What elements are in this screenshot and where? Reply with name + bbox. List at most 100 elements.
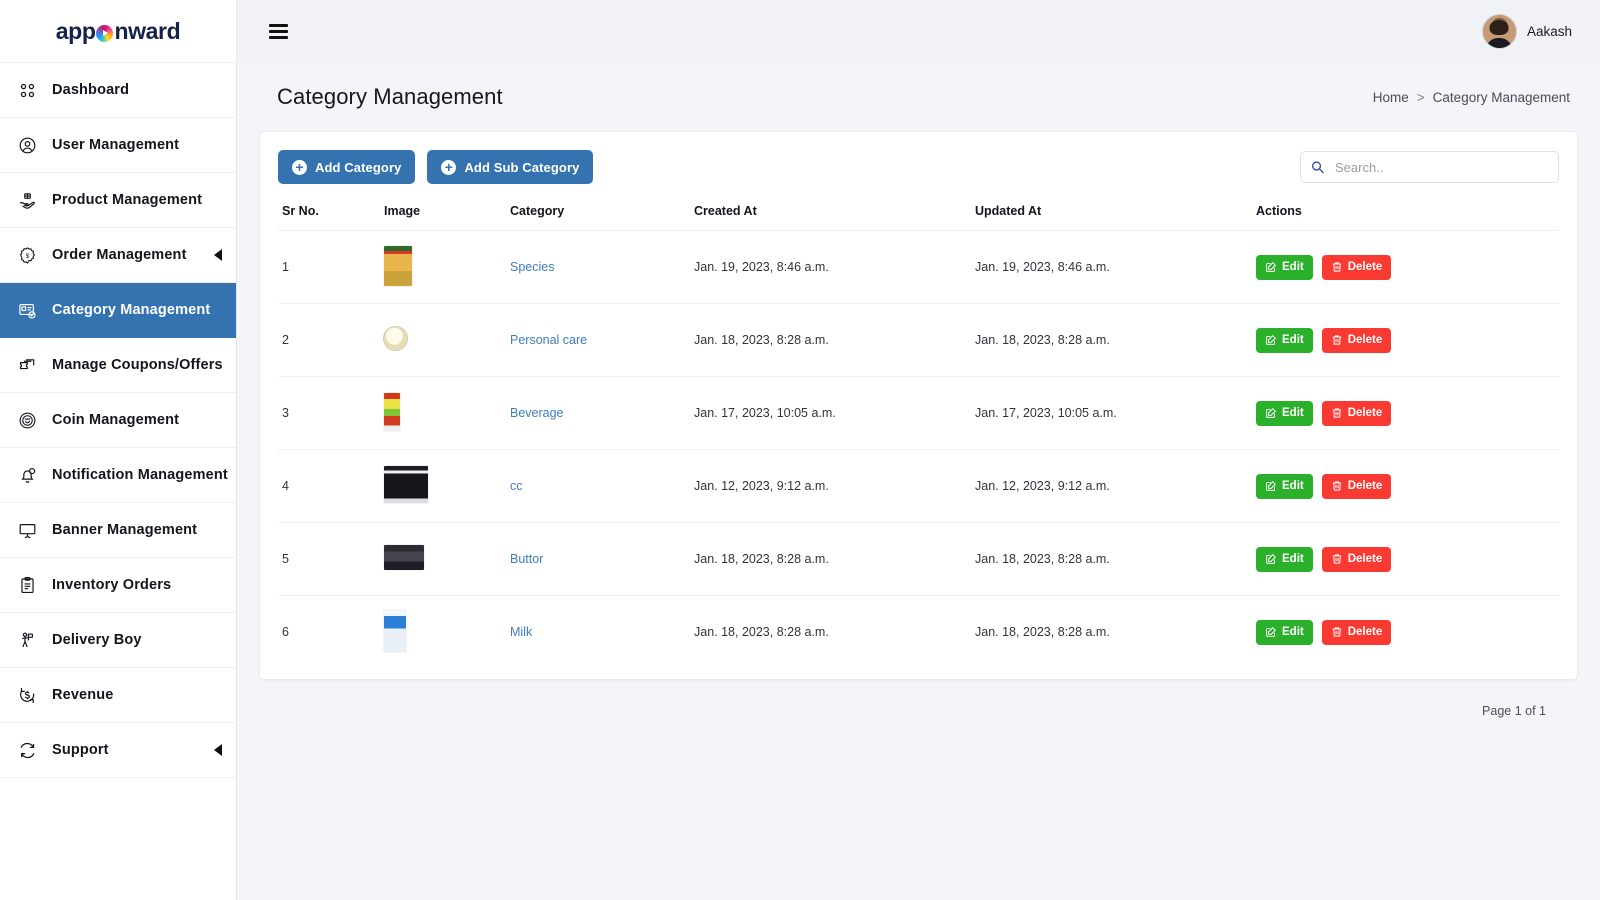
user-menu[interactable]: Aakash — [1481, 14, 1572, 49]
brand-text-after: nward — [114, 17, 181, 44]
pencil-square-icon — [1266, 261, 1277, 272]
delivery-person-icon — [18, 631, 48, 650]
edit-button[interactable]: Edit — [1256, 546, 1313, 572]
sidebar-item-inventory-orders[interactable]: Inventory Orders — [0, 558, 236, 613]
table-row: 4 cc Jan. 12, 2023, 9:12 a.m. Jan. 12, 2023… — [278, 449, 1559, 523]
category-link[interactable]: Personal care — [510, 333, 587, 347]
edit-button[interactable]: Edit — [1256, 254, 1313, 280]
sidebar-item-label: Delivery Boy — [52, 632, 142, 648]
sidebar-item-notification-management[interactable]: Notification Management — [0, 448, 236, 503]
sidebar-item-label: Notification Management — [52, 467, 228, 483]
edit-label: Edit — [1282, 261, 1304, 273]
clipboard-icon — [18, 576, 48, 595]
category-link[interactable]: cc — [510, 479, 523, 493]
topbar: Aakash — [237, 0, 1600, 63]
chevron-left-icon[interactable] — [214, 249, 222, 261]
cell-created-at: Jan. 12, 2023, 9:12 a.m. — [694, 449, 975, 523]
sidebar-item-manage-coupons-offers[interactable]: Manage Coupons/Offers — [0, 338, 236, 393]
sidebar-item-label: Revenue — [52, 687, 114, 703]
table-header-row: Sr No. Image Category Created At Updated At A… — [278, 198, 1559, 231]
pencil-square-icon — [1266, 553, 1277, 564]
sidebar-item-label: Category Management — [52, 302, 211, 318]
edit-button[interactable]: Edit — [1256, 327, 1313, 353]
sidebar-item-banner-management[interactable]: Banner Management — [0, 503, 236, 558]
sidebar-item-dashboard[interactable]: Dashboard — [0, 63, 236, 118]
delete-label: Delete — [1347, 407, 1383, 419]
delete-button[interactable]: Delete — [1321, 254, 1392, 280]
column-header-sr-no: Sr No. — [278, 198, 384, 231]
category-link[interactable]: Beverage — [510, 406, 564, 420]
table-head: Sr No. Image Category Created At Updated At A… — [278, 198, 1559, 231]
cell-sr-no: 4 — [278, 449, 384, 523]
sidebar-item-category-management[interactable]: Category Management — [0, 283, 236, 338]
sidebar-item-label: Banner Management — [52, 522, 198, 538]
add-sub-category-button[interactable]: + Add Sub Category — [427, 150, 594, 184]
sidebar-item-product-management[interactable]: Product Management — [0, 173, 236, 228]
sidebar-nav: Dashboard User Management Product Manageme… — [0, 63, 236, 778]
table-row: 2 Personal care Jan. 18, 2023, 8:28 a.m. Ja… — [278, 303, 1559, 377]
category-table: Sr No. Image Category Created At Updated At A… — [278, 198, 1559, 669]
sidebar-item-label: Support — [52, 742, 109, 758]
pencil-square-icon — [1266, 334, 1277, 345]
breadcrumb-home[interactable]: Home — [1373, 90, 1409, 105]
delete-button[interactable]: Delete — [1321, 327, 1392, 353]
sidebar-item-support[interactable]: Support — [0, 723, 236, 778]
category-link[interactable]: Buttor — [510, 552, 543, 566]
cell-created-at: Jan. 17, 2023, 10:05 a.m. — [694, 376, 975, 450]
delete-label: Delete — [1347, 480, 1383, 492]
hamburger-icon[interactable] — [269, 24, 288, 39]
chevron-left-icon[interactable] — [214, 744, 222, 756]
cell-sr-no: 3 — [278, 376, 384, 450]
gradient-circle-play-icon — [96, 24, 114, 42]
table-toolbar: + Add Category + Add Sub Category — [278, 148, 1559, 198]
edit-label: Edit — [1282, 480, 1304, 492]
column-header-updated-at: Updated At — [975, 198, 1256, 231]
row-action-group: Edit Delete — [1256, 400, 1559, 426]
cell-category: Personal care — [510, 303, 694, 377]
category-link[interactable]: Milk — [510, 625, 532, 639]
sidebar-item-order-management[interactable]: $ Order Management — [0, 228, 236, 283]
sidebar-item-label: Manage Coupons/Offers — [52, 357, 223, 373]
category-link[interactable]: Species — [510, 260, 554, 274]
cell-updated-at: Jan. 17, 2023, 10:05 a.m. — [975, 376, 1256, 450]
edit-label: Edit — [1282, 553, 1304, 565]
edit-button[interactable]: Edit — [1256, 619, 1313, 645]
pagination-status: Page 1 of 1 — [1482, 703, 1546, 718]
table-row: 3 Beverage Jan. 17, 2023, 10:05 a.m. Jan. 1… — [278, 376, 1559, 450]
row-action-group: Edit Delete — [1256, 546, 1559, 572]
delete-button[interactable]: Delete — [1321, 400, 1392, 426]
cell-actions: Edit Delete — [1256, 376, 1559, 450]
trash-icon — [1332, 262, 1341, 272]
edit-label: Edit — [1282, 626, 1304, 639]
cell-actions: Edit Delete — [1256, 230, 1559, 304]
delete-button[interactable]: Delete — [1321, 473, 1392, 499]
delete-label: Delete — [1347, 334, 1383, 346]
delete-button[interactable]: Delete — [1321, 619, 1392, 645]
refresh-icon — [18, 741, 48, 760]
sidebar-item-delivery-boy[interactable]: Delivery Boy — [0, 613, 236, 668]
breadcrumb: Home > Category Management — [1373, 90, 1570, 105]
cell-actions: Edit Delete — [1256, 449, 1559, 523]
cell-sr-no: 2 — [278, 303, 384, 377]
brand-logo[interactable]: app nward — [0, 0, 236, 63]
sidebar-item-user-management[interactable]: User Management — [0, 118, 236, 173]
delete-button[interactable]: Delete — [1321, 546, 1392, 572]
cell-created-at: Jan. 18, 2023, 8:28 a.m. — [694, 522, 975, 596]
trash-icon — [1332, 481, 1341, 491]
cell-actions: Edit Delete — [1256, 303, 1559, 377]
add-category-button[interactable]: + Add Category — [278, 150, 416, 184]
cell-updated-at: Jan. 19, 2023, 8:46 a.m. — [975, 230, 1256, 304]
sidebar-item-label: User Management — [52, 137, 180, 153]
content-wrap: + Add Category + Add Sub Category Search… — [237, 131, 1600, 718]
column-header-created-at: Created At — [694, 198, 975, 231]
sidebar-item-coin-management[interactable]: Coin Management — [0, 393, 236, 448]
search-input[interactable] — [1300, 151, 1559, 183]
brand-text-before: app — [55, 17, 96, 44]
edit-button[interactable]: Edit — [1256, 400, 1313, 426]
sidebar-item-revenue[interactable]: Revenue — [0, 668, 236, 723]
sidebar: app nward Dashboard User Management Produc… — [0, 0, 237, 900]
row-action-group: Edit Delete — [1256, 254, 1559, 280]
trash-icon — [1332, 335, 1341, 345]
edit-button[interactable]: Edit — [1256, 473, 1313, 499]
pencil-square-icon — [1266, 407, 1277, 418]
